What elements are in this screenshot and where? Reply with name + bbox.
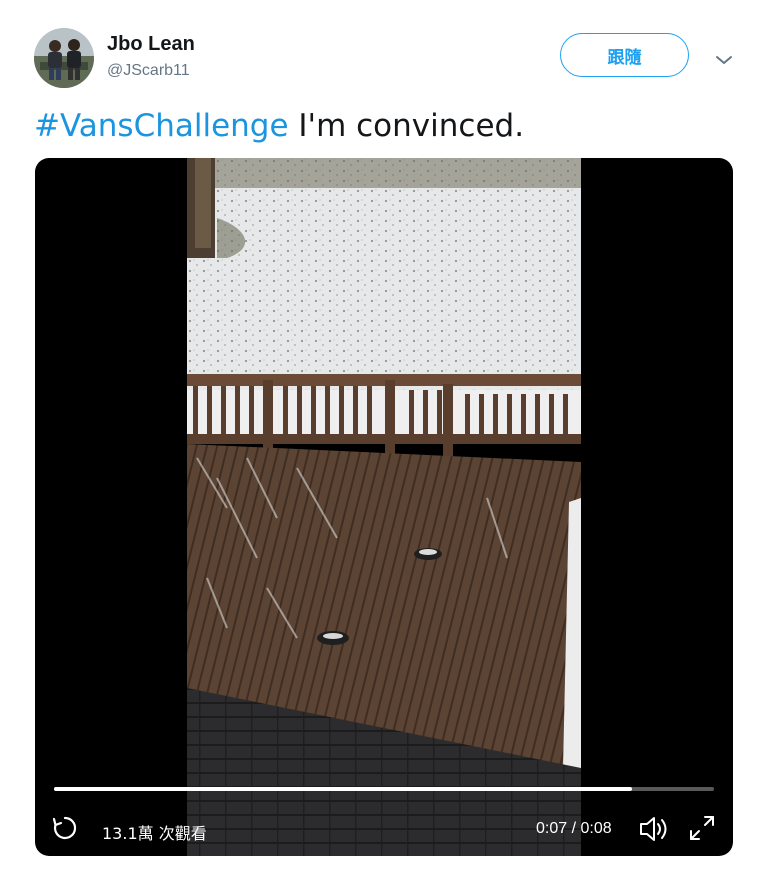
fullscreen-icon[interactable] <box>687 813 717 843</box>
user-handle[interactable]: @JScarb11 <box>107 62 190 80</box>
display-name[interactable]: Jbo Lean <box>107 33 195 56</box>
tweet-card: Jbo Lean @JScarb11 跟隨 #VansChallenge I'm… <box>0 0 768 873</box>
time-display: 0:07 / 0:08 <box>536 820 612 837</box>
video-player[interactable]: 13.1萬 次觀看 0:07 / 0:08 <box>35 158 733 856</box>
tweet-body: I'm convinced. <box>288 108 525 144</box>
video-thumbnail <box>187 158 581 856</box>
video-frame[interactable] <box>187 158 581 856</box>
follow-button[interactable]: 跟隨 <box>560 33 689 77</box>
avatar-photo <box>34 28 94 88</box>
hashtag-link[interactable]: #VansChallenge <box>34 108 289 144</box>
view-count: 13.1萬 次觀看 <box>102 824 207 843</box>
volume-icon[interactable] <box>638 814 670 844</box>
progress-bar[interactable] <box>54 787 714 791</box>
tweet-text: #VansChallenge I'm convinced. <box>34 108 524 144</box>
chevron-down-icon[interactable] <box>712 48 736 72</box>
progress-fill <box>54 787 632 791</box>
replay-icon[interactable] <box>51 814 79 842</box>
avatar[interactable] <box>34 28 94 88</box>
